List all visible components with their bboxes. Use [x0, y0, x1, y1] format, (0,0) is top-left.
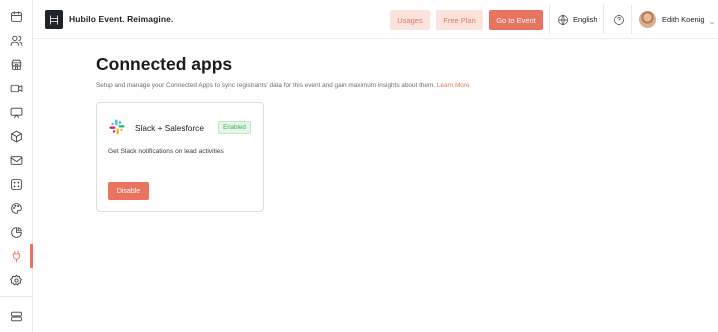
avatar[interactable] — [639, 11, 656, 28]
store-icon[interactable] — [8, 56, 25, 73]
user-name[interactable]: Edith Koenig — [662, 15, 705, 24]
help-icon[interactable] — [613, 13, 625, 25]
server-icon[interactable] — [8, 308, 25, 325]
plug-icon[interactable] — [8, 248, 25, 265]
page-subtitle: Setup and manage your Connected Apps to … — [96, 82, 470, 89]
language-selector[interactable]: English — [573, 15, 598, 24]
app-description: Get Slack notifications on lead activiti… — [108, 148, 224, 155]
video-icon[interactable] — [8, 80, 25, 97]
chevron-down-icon[interactable] — [708, 14, 716, 25]
calendar-icon[interactable] — [8, 8, 25, 25]
sidebar — [0, 0, 33, 332]
hubilo-logo-icon[interactable] — [45, 10, 63, 29]
top-header: Hubilo Event. Reimagine. Usages Free Pla… — [33, 0, 718, 39]
app-name: Slack + Salesforce — [135, 123, 204, 133]
mail-icon[interactable] — [8, 152, 25, 169]
page-title: Connected apps — [96, 54, 233, 74]
dice-icon[interactable] — [8, 176, 25, 193]
subtitle-text: Setup and manage your Connected Apps to … — [96, 82, 436, 89]
status-badge: Enabled — [218, 121, 251, 134]
go-to-event-button[interactable]: Go to Event — [489, 10, 543, 30]
header-divider — [631, 5, 632, 34]
slack-icon — [108, 118, 126, 136]
app-card: Slack + Salesforce Enabled Get Slack not… — [96, 102, 264, 212]
usages-button[interactable]: Usages — [390, 10, 430, 30]
sidebar-divider — [0, 296, 33, 297]
learn-more-link[interactable]: Learn More — [437, 82, 470, 89]
palette-icon[interactable] — [8, 200, 25, 217]
active-indicator — [30, 244, 33, 268]
globe-icon[interactable] — [557, 13, 569, 25]
free-plan-button[interactable]: Free Plan — [436, 10, 483, 30]
brand-name: Hubilo Event. Reimagine. — [69, 14, 174, 24]
header-divider — [549, 5, 550, 34]
disable-button[interactable]: Disable — [108, 182, 149, 200]
settings-icon[interactable] — [8, 272, 25, 289]
users-icon[interactable] — [8, 32, 25, 49]
screen-share-icon[interactable] — [8, 104, 25, 121]
box-icon[interactable] — [8, 128, 25, 145]
header-divider — [603, 5, 604, 34]
pie-chart-icon[interactable] — [8, 224, 25, 241]
